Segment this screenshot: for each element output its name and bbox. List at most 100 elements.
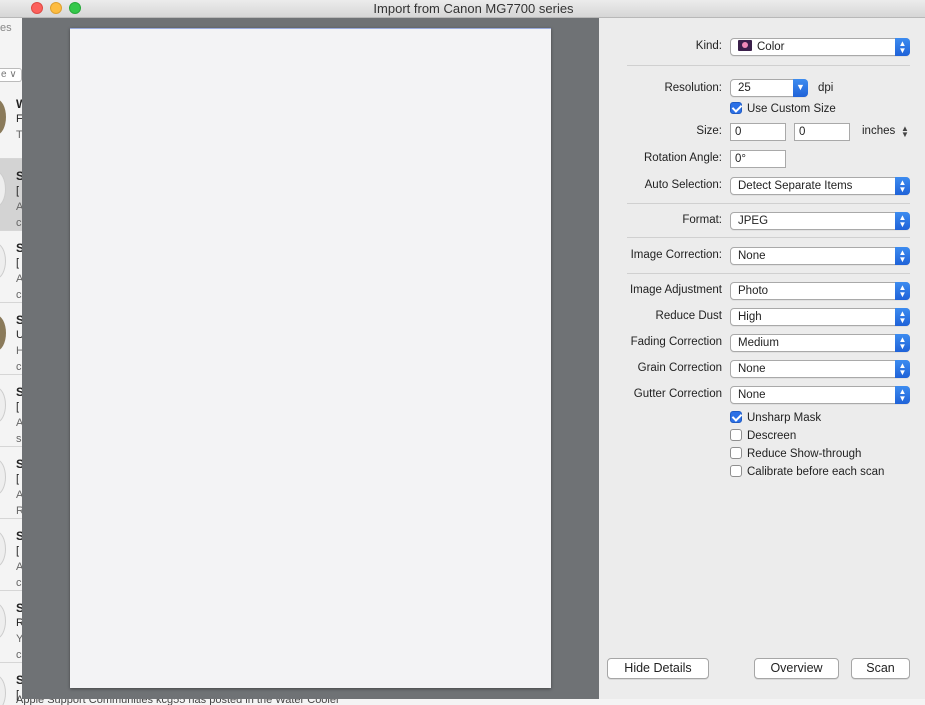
window-zoom-button[interactable] <box>69 2 81 14</box>
reduce-dust-popup[interactable]: High ▲ ▼ <box>730 308 910 326</box>
grain-correction-value: None <box>738 363 766 375</box>
popup-arrows-icon: ▲ ▼ <box>895 386 910 404</box>
descreen-label: Descreen <box>747 430 797 442</box>
rotation-angle-field[interactable]: 0° <box>730 150 786 168</box>
list-item[interactable]: SUHc <box>0 303 22 375</box>
fading-correction-popup[interactable]: Medium ▲ ▼ <box>730 334 910 352</box>
size-unit-value: inches <box>862 125 896 137</box>
image-adjustment-popup[interactable]: Photo ▲ ▼ <box>730 282 910 300</box>
list-item-text: c <box>16 577 22 589</box>
list-item[interactable]: SRYc <box>0 591 22 663</box>
gutter-correction-label: Gutter Correction <box>633 388 722 400</box>
window-close-button[interactable] <box>31 2 43 14</box>
unsharp-mask-checkbox[interactable]: Unsharp Mask <box>730 411 821 425</box>
popup-arrows-icon: ▲ ▼ <box>895 177 910 195</box>
hide-details-button[interactable]: Hide Details <box>607 658 709 679</box>
list-item-text: [ <box>16 401 20 413</box>
separator <box>627 203 910 204</box>
kind-popup[interactable]: Color ▲ ▼ <box>730 38 910 56</box>
background-fragment-text: es <box>0 22 12 34</box>
format-label: Format: <box>682 214 722 226</box>
scan-settings-panel: Kind: Color ▲ ▼ Resolution: 25 ▼ dpi Use … <box>599 18 925 699</box>
list-item-text: [ <box>16 545 20 557</box>
overview-button[interactable]: Overview <box>754 658 839 679</box>
size-label: Size: <box>696 125 722 137</box>
scan-button[interactable]: Scan <box>851 658 910 679</box>
avatar <box>0 531 6 567</box>
format-popup[interactable]: JPEG ▲ ▼ <box>730 212 910 230</box>
checkbox-box[interactable] <box>730 447 742 459</box>
popup-arrows-icon: ▲ ▼ <box>895 334 910 352</box>
image-correction-value: None <box>738 250 766 262</box>
avatar <box>0 171 6 207</box>
size-unit-arrows-icon: ▲ ▼ <box>901 124 909 139</box>
grain-correction-label: Grain Correction <box>637 362 722 374</box>
list-item-text: c <box>16 649 22 661</box>
avatar <box>0 459 6 495</box>
chevron-down-icon: ▼ <box>793 79 808 97</box>
gutter-correction-popup[interactable]: None ▲ ▼ <box>730 386 910 404</box>
size-height-field[interactable]: 0 <box>794 123 850 141</box>
color-swatch-icon <box>738 40 752 51</box>
auto-selection-value: Detect Separate Items <box>738 180 853 192</box>
resolution-unit: dpi <box>818 82 834 94</box>
list-item-text: [ <box>16 473 20 485</box>
unsharp-mask-label: Unsharp Mask <box>747 412 822 424</box>
reduce-show-through-label: Reduce Show-through <box>747 448 862 460</box>
resolution-combobox[interactable]: 25 ▼ <box>730 79 808 97</box>
list-item[interactable]: S[Ac <box>0 231 22 303</box>
scanned-page-preview[interactable] <box>70 28 551 688</box>
checkbox-box[interactable] <box>730 102 742 114</box>
kind-label: Kind: <box>695 40 722 52</box>
avatar <box>0 675 6 705</box>
image-adjustment-label: Image Adjustment <box>629 284 722 296</box>
auto-selection-label: Auto Selection: <box>644 179 722 191</box>
separator <box>627 65 910 66</box>
avatar <box>0 603 6 639</box>
format-value: JPEG <box>738 215 769 227</box>
list-item[interactable]: S[Ac <box>0 519 22 591</box>
fading-correction-label: Fading Correction <box>630 336 722 348</box>
list-item-text: c <box>16 289 22 301</box>
descreen-checkbox[interactable]: Descreen <box>730 429 796 443</box>
scan-preview-area[interactable] <box>22 18 599 699</box>
avatar <box>0 315 6 351</box>
popup-arrows-icon: ▲ ▼ <box>895 247 910 265</box>
popup-arrows-icon: ▲ ▼ <box>895 38 910 56</box>
checkbox-box[interactable] <box>730 429 742 441</box>
auto-selection-popup[interactable]: Detect Separate Items ▲ ▼ <box>730 177 910 195</box>
reduce-show-through-checkbox[interactable]: Reduce Show-through <box>730 447 861 461</box>
checkbox-box[interactable] <box>730 465 742 477</box>
use-custom-size-label: Use Custom Size <box>747 103 836 115</box>
avatar <box>0 99 6 135</box>
popup-arrows-icon: ▲ ▼ <box>895 360 910 378</box>
background-sort-select[interactable]: e ∨ <box>0 68 22 82</box>
use-custom-size-checkbox[interactable]: Use Custom Size <box>730 102 836 116</box>
window-title: Import from Canon MG7700 series <box>373 1 574 16</box>
list-item[interactable]: S[Ac <box>0 159 22 231</box>
list-item-text: [ <box>16 185 20 197</box>
list-item[interactable]: WFT <box>0 87 22 159</box>
resolution-label: Resolution: <box>664 82 722 94</box>
resolution-value: 25 <box>738 82 751 94</box>
window-titlebar[interactable]: Import from Canon MG7700 series <box>22 0 925 18</box>
rotation-angle-label: Rotation Angle: <box>643 152 722 164</box>
fading-correction-value: Medium <box>738 337 779 349</box>
popup-arrows-icon: ▲ ▼ <box>895 282 910 300</box>
calibrate-checkbox[interactable]: Calibrate before each scan <box>730 465 884 479</box>
size-unit-popup[interactable]: inches <box>862 125 895 137</box>
calibrate-label: Calibrate before each scan <box>747 466 885 478</box>
list-item[interactable]: S[AR <box>0 447 22 519</box>
checkbox-box[interactable] <box>730 411 742 423</box>
separator <box>627 273 910 274</box>
grain-correction-popup[interactable]: None ▲ ▼ <box>730 360 910 378</box>
kind-value: Color <box>757 41 785 53</box>
size-width-field[interactable]: 0 <box>730 123 786 141</box>
window-minimize-button[interactable] <box>50 2 62 14</box>
image-adjustment-value: Photo <box>738 285 769 297</box>
popup-arrows-icon: ▲ ▼ <box>895 308 910 326</box>
avatar <box>0 387 6 423</box>
image-correction-popup[interactable]: None ▲ ▼ <box>730 247 910 265</box>
list-item[interactable]: S[As <box>0 375 22 447</box>
image-correction-label: Image Correction: <box>630 249 722 261</box>
